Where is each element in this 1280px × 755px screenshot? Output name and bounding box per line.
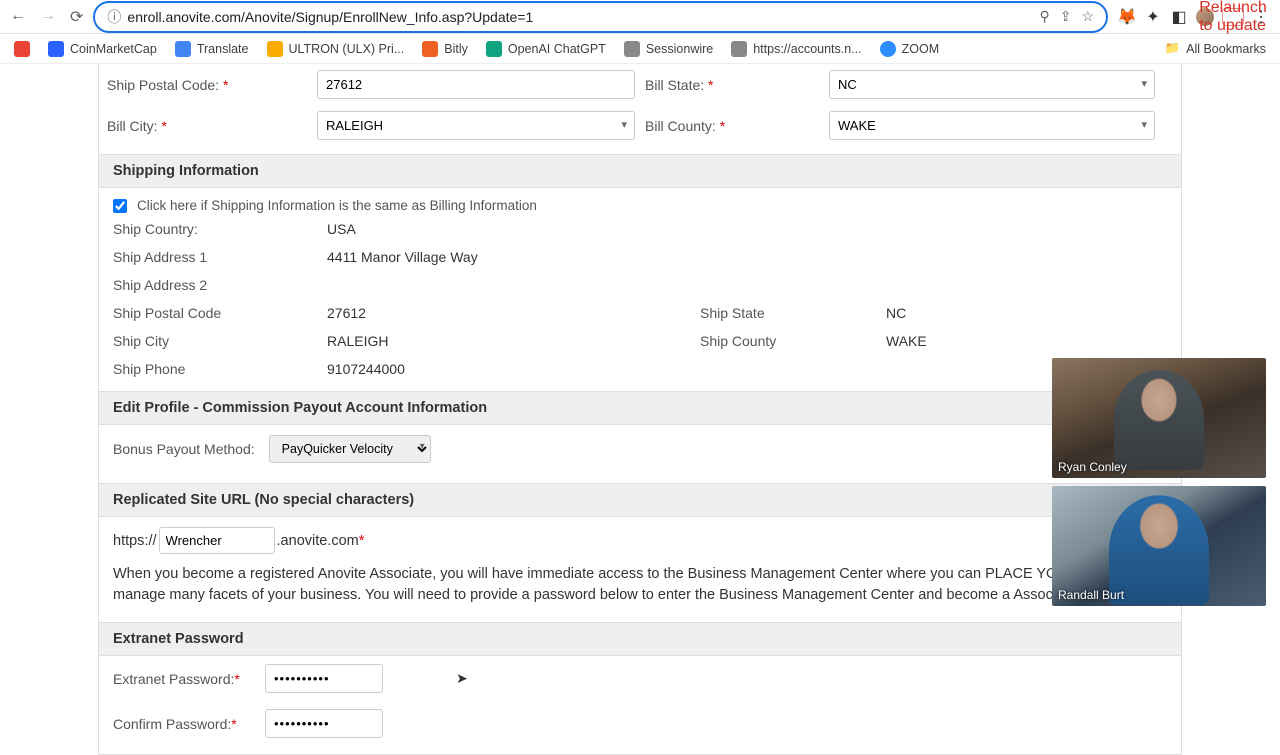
reload-icon[interactable]: ⟳	[70, 7, 83, 27]
bookmark-star-icon[interactable]: ☆	[1081, 8, 1094, 25]
browser-toolbar: ← → ⟳ ⓘ enroll.anovite.com/Anovite/Signu…	[0, 0, 1280, 34]
sidepanel-icon[interactable]: ◧	[1170, 8, 1188, 26]
extension-icons: 🦊 ✦ ◧ Relaunch to update ⋮	[1118, 8, 1270, 26]
replicated-desc: When you become a registered Anovite Ass…	[99, 564, 1181, 622]
bookmark-ultron[interactable]: ULTRON (ULX) Pri...	[267, 41, 405, 57]
bookmark-translate[interactable]: Translate	[175, 41, 249, 57]
bookmark-bitly[interactable]: Bitly	[422, 41, 468, 57]
address-bar[interactable]: ⓘ enroll.anovite.com/Anovite/Signup/Enro…	[93, 1, 1108, 33]
all-bookmarks[interactable]: 📁All Bookmarks	[1165, 41, 1266, 56]
ship-city-label: Ship City	[113, 333, 327, 349]
bill-state-select[interactable]: NC	[829, 70, 1155, 99]
ship-addr1-value: 4411 Manor Village Way	[327, 249, 478, 265]
shipping-header: Shipping Information	[99, 154, 1181, 188]
menu-icon[interactable]: ⋮	[1252, 8, 1270, 26]
url-suffix: .anovite.com	[277, 533, 359, 549]
password-input[interactable]	[265, 664, 383, 693]
ship-state-label: Ship State	[700, 305, 886, 321]
ship-state-value: NC	[886, 305, 906, 321]
bill-city-select[interactable]: RALEIGH	[317, 111, 635, 140]
relaunch-button[interactable]: Relaunch to update	[1222, 8, 1244, 26]
bookmark-zoom[interactable]: ZOOM	[880, 41, 940, 57]
ship-city-value: RALEIGH	[327, 333, 388, 349]
folder-icon: 📁	[1165, 41, 1181, 56]
confirm-label: Confirm Password:*	[113, 716, 259, 732]
video-participant-2[interactable]: Randall Burt	[1052, 486, 1266, 606]
ship-postal-label: Ship Postal Code: *	[107, 77, 317, 93]
video-name-2: Randall Burt	[1058, 588, 1124, 602]
bookmark-sessionwire[interactable]: Sessionwire	[624, 41, 713, 57]
pw-label: Extranet Password:*	[113, 671, 259, 687]
confirm-password-input[interactable]	[265, 709, 383, 738]
same-as-billing-label: Click here if Shipping Information is th…	[137, 198, 537, 213]
nav-buttons: ← → ⟳	[10, 7, 83, 27]
ship-addr1-label: Ship Address 1	[113, 249, 327, 265]
enrollment-form: Ship Postal Code: * Bill State: * NC Bil…	[98, 64, 1182, 755]
row-postal-state: Ship Postal Code: * Bill State: * NC	[99, 64, 1181, 105]
confirm-row: Confirm Password:*	[99, 701, 1181, 754]
addr-actions: ⚲ ⇪ ☆	[1039, 8, 1094, 25]
bill-state-label: Bill State: *	[645, 77, 829, 93]
ship-county-label: Ship County	[700, 333, 886, 349]
shipping-block: Click here if Shipping Information is th…	[99, 188, 1181, 391]
bookmark-coinmarketcap[interactable]: CoinMarketCap	[48, 41, 157, 57]
payout-select[interactable]: PayQuicker Velocity	[269, 435, 431, 463]
bookmark-accounts[interactable]: https://accounts.n...	[731, 41, 861, 57]
replicated-header: Replicated Site URL (No special characte…	[99, 483, 1181, 517]
same-as-billing-checkbox[interactable]	[113, 199, 127, 213]
payout-row: Bonus Payout Method: PayQuicker Velocity	[99, 425, 1181, 483]
ship-postal-value: 27612	[327, 305, 366, 321]
ship-phone-label: Ship Phone	[113, 361, 327, 377]
payout-header: Edit Profile - Commission Payout Account…	[99, 391, 1181, 425]
video-name-1: Ryan Conley	[1058, 460, 1127, 474]
cursor-icon: ➤	[456, 670, 468, 687]
bookmark-gmail[interactable]	[14, 41, 30, 57]
extensions-icon[interactable]: ✦	[1144, 8, 1162, 26]
person-silhouette-1	[1114, 370, 1204, 470]
bookmark-chatgpt[interactable]: OpenAI ChatGPT	[486, 41, 606, 57]
pw-row: Extranet Password:*	[99, 656, 1181, 701]
row-city-county: Bill City: * RALEIGH Bill County: * WAKE	[99, 105, 1181, 154]
ship-postal-label-ro: Ship Postal Code	[113, 305, 327, 321]
back-icon[interactable]: ←	[10, 7, 26, 27]
ship-postal-input[interactable]	[317, 70, 635, 99]
bill-city-label: Bill City: *	[107, 118, 317, 134]
ext-fox-icon[interactable]: 🦊	[1118, 8, 1136, 26]
site-info-icon[interactable]: ⓘ	[107, 7, 121, 27]
video-participant-1[interactable]: Ryan Conley	[1052, 358, 1266, 478]
ship-county-value: WAKE	[886, 333, 927, 349]
ship-phone-value: 9107244000	[327, 361, 405, 377]
bookmarks-bar: CoinMarketCap Translate ULTRON (ULX) Pri…	[0, 34, 1280, 64]
payout-label: Bonus Payout Method:	[113, 441, 255, 457]
password-key-icon[interactable]: ⚲	[1039, 8, 1049, 25]
ship-country-label: Ship Country:	[113, 221, 327, 237]
replicated-url-row: https:// .anovite.com*	[99, 517, 1181, 564]
forward-icon[interactable]: →	[40, 7, 56, 27]
ship-addr2-label: Ship Address 2	[113, 277, 327, 293]
share-icon[interactable]: ⇪	[1060, 8, 1072, 25]
url-prefix: https://	[113, 533, 157, 549]
ship-country-value: USA	[327, 221, 356, 237]
extranet-header: Extranet Password	[99, 622, 1181, 656]
site-url-input[interactable]	[159, 527, 275, 554]
url-text: enroll.anovite.com/Anovite/Signup/Enroll…	[127, 9, 533, 25]
bill-county-label: Bill County: *	[645, 118, 829, 134]
bill-county-select[interactable]: WAKE	[829, 111, 1155, 140]
